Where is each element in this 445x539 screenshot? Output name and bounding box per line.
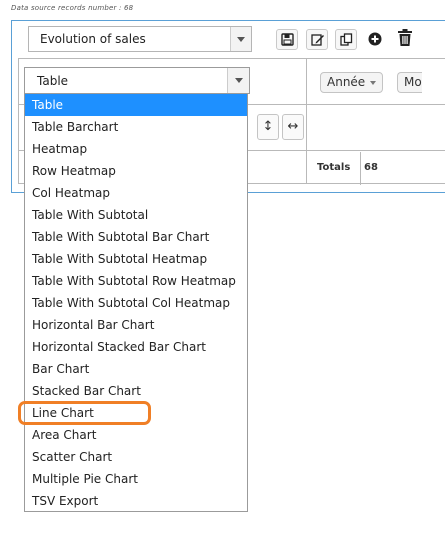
save-icon — [281, 33, 294, 46]
config-select[interactable]: Evolution of sales — [28, 26, 252, 52]
delete-button[interactable] — [393, 26, 415, 47]
attribute-pill-annee[interactable]: Année — [320, 72, 384, 93]
option-area-chart[interactable]: Area Chart — [25, 424, 247, 446]
totals-divider — [360, 152, 361, 185]
copy-icon — [340, 33, 353, 46]
add-button[interactable] — [364, 29, 386, 50]
renderer-dropdown-list: Table Table Barchart Heatmap Row Heatmap… — [24, 93, 248, 512]
option-row-heatmap[interactable]: Row Heatmap — [25, 160, 247, 182]
copy-button[interactable] — [335, 29, 357, 50]
option-heatmap[interactable]: Heatmap — [25, 138, 247, 160]
totals-value: 68 — [364, 162, 378, 173]
chevron-down-icon — [235, 78, 243, 83]
option-horizontal-stacked-bar-chart[interactable]: Horizontal Stacked Bar Chart — [25, 336, 247, 358]
option-table[interactable]: Table — [25, 94, 247, 116]
renderer-select-value: Table — [37, 74, 69, 88]
option-table-with-subtotal-row-heatmap[interactable]: Table With Subtotal Row Heatmap — [25, 270, 247, 292]
option-horizontal-bar-chart[interactable]: Horizontal Bar Chart — [25, 314, 247, 336]
option-table-barchart[interactable]: Table Barchart — [25, 116, 247, 138]
chevron-down-icon — [237, 37, 245, 42]
trash-icon — [398, 29, 412, 46]
sort-rows-button[interactable]: ↕ — [257, 114, 279, 140]
attribute-pill-mo[interactable]: Mo — [397, 72, 422, 93]
option-table-with-subtotal[interactable]: Table With Subtotal — [25, 204, 247, 226]
option-bar-chart[interactable]: Bar Chart — [25, 358, 247, 380]
config-select-value: Evolution of sales — [40, 32, 146, 46]
totals-label: Totals — [317, 162, 351, 173]
option-scatter-chart[interactable]: Scatter Chart — [25, 446, 247, 468]
line-chart-highlight-annotation — [18, 401, 151, 425]
renderer-select-arrow[interactable] — [227, 68, 249, 93]
option-multiple-pie-chart[interactable]: Multiple Pie Chart — [25, 468, 247, 490]
triangle-down-icon[interactable] — [370, 80, 377, 85]
records-count-text: Data source records number : 68 — [11, 4, 134, 12]
attribute-label: Année — [327, 75, 366, 89]
vertical-arrows-icon: ↕ — [262, 119, 274, 134]
option-table-with-subtotal-col-heatmap[interactable]: Table With Subtotal Col Heatmap — [25, 292, 247, 314]
edit-button[interactable] — [306, 29, 328, 50]
renderer-select[interactable]: Table — [24, 67, 250, 94]
option-table-with-subtotal-bar-chart[interactable]: Table With Subtotal Bar Chart — [25, 226, 247, 248]
sort-cols-button[interactable]: ↔ — [282, 114, 304, 140]
config-select-arrow[interactable] — [230, 27, 251, 51]
attribute-label: Mo — [404, 75, 422, 89]
option-col-heatmap[interactable]: Col Heatmap — [25, 182, 247, 204]
option-table-with-subtotal-heatmap[interactable]: Table With Subtotal Heatmap — [25, 248, 247, 270]
save-button[interactable] — [276, 29, 298, 50]
horizontal-arrows-icon: ↔ — [287, 119, 299, 134]
add-circle-icon — [368, 32, 382, 46]
option-stacked-bar-chart[interactable]: Stacked Bar Chart — [25, 380, 247, 402]
edit-icon — [311, 34, 324, 46]
option-tsv-export[interactable]: TSV Export — [25, 490, 247, 512]
column-header-cell — [306, 104, 445, 151]
